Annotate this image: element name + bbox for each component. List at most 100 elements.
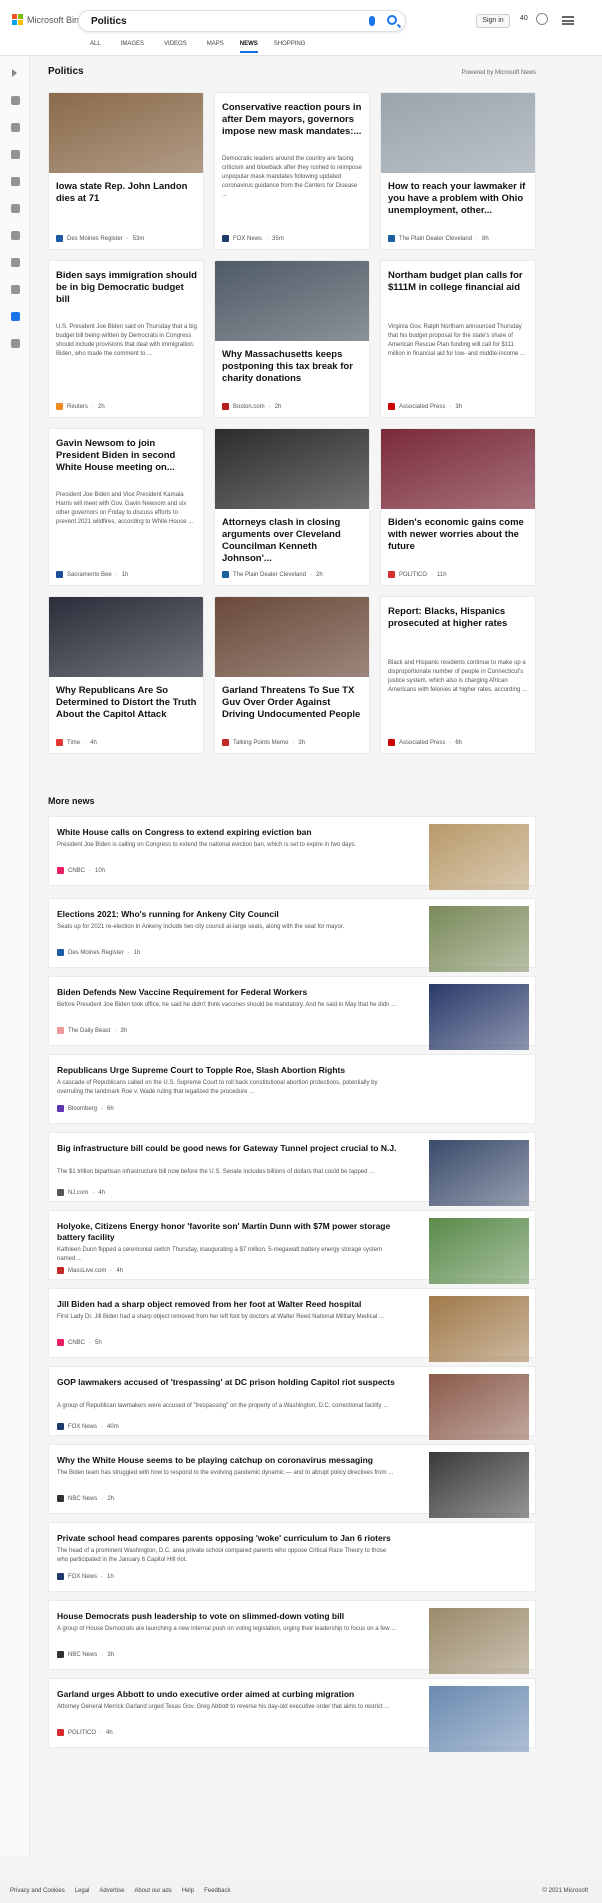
rewards-count[interactable]: 40 xyxy=(520,15,528,22)
flag-icon[interactable] xyxy=(11,150,20,159)
card-image[interactable] xyxy=(49,597,203,677)
politics-icon[interactable] xyxy=(11,231,20,240)
news-card[interactable]: Biden says immigration should be in big … xyxy=(48,260,204,418)
news-card[interactable]: Biden's economic gains come with newer w… xyxy=(380,428,536,586)
item-title[interactable]: Why the White House seems to be playing … xyxy=(57,1455,397,1466)
tab-shopping[interactable]: SHOPPING xyxy=(274,41,306,53)
card-title[interactable]: Garland Threatens To Sue TX Guv Over Ord… xyxy=(222,685,364,721)
home-icon[interactable] xyxy=(11,96,20,105)
card-image[interactable] xyxy=(49,93,203,173)
card-image[interactable] xyxy=(215,429,369,509)
card-title[interactable]: Report: Blacks, Hispanics prosecuted at … xyxy=(388,606,530,630)
news-card[interactable]: Why Republicans Are So Determined to Dis… xyxy=(48,596,204,754)
item-title[interactable]: Biden Defends New Vaccine Requirement fo… xyxy=(57,987,397,998)
rewards-trophy-icon[interactable] xyxy=(536,13,548,25)
item-thumbnail[interactable] xyxy=(429,1608,529,1674)
card-title[interactable]: Why Republicans Are So Determined to Dis… xyxy=(56,685,198,721)
footer-link[interactable]: Legal xyxy=(75,1888,90,1894)
news-card[interactable]: Attorneys clash in closing arguments ove… xyxy=(214,428,370,586)
item-thumbnail[interactable] xyxy=(429,984,529,1050)
card-title[interactable]: Biden's economic gains come with newer w… xyxy=(388,517,530,553)
item-title[interactable]: Garland urges Abbott to undo executive o… xyxy=(57,1689,397,1700)
news-card[interactable]: Garland Threatens To Sue TX Guv Over Ord… xyxy=(214,596,370,754)
microphone-icon[interactable] xyxy=(369,16,375,26)
tab-images[interactable]: IMAGES xyxy=(121,41,144,53)
trending-icon[interactable] xyxy=(11,123,20,132)
news-list-item[interactable]: Republicans Urge Supreme Court to Topple… xyxy=(48,1054,536,1124)
news-list-item[interactable]: Holyoke, Citizens Energy honor 'favorite… xyxy=(48,1210,536,1284)
news-list-item[interactable]: Big infrastructure bill could be good ne… xyxy=(48,1132,536,1206)
news-card[interactable]: Report: Blacks, Hispanics prosecuted at … xyxy=(380,596,536,754)
footer-link[interactable]: About our ads xyxy=(134,1888,171,1894)
card-title[interactable]: Why Massachusetts keeps postponing this … xyxy=(222,349,364,385)
news-list-item[interactable]: Jill Biden had a sharp object removed fr… xyxy=(48,1288,536,1362)
news-list-item[interactable]: Why the White House seems to be playing … xyxy=(48,1444,536,1518)
card-image[interactable] xyxy=(381,93,535,173)
card-title[interactable]: Northam budget plan calls for $111M in c… xyxy=(388,270,530,294)
footer-link[interactable]: Help xyxy=(182,1888,194,1894)
card-title[interactable]: How to reach your lawmaker if you have a… xyxy=(388,181,530,217)
menu-icon[interactable] xyxy=(562,16,574,25)
item-title[interactable]: Elections 2021: Who's running for Ankeny… xyxy=(57,909,397,920)
search-box[interactable]: Politics xyxy=(78,10,406,32)
card-image[interactable] xyxy=(381,429,535,509)
item-title[interactable]: Holyoke, Citizens Energy honor 'favorite… xyxy=(57,1221,397,1243)
search-icon[interactable] xyxy=(387,15,397,25)
source-logo-icon xyxy=(57,949,64,956)
item-title[interactable]: GOP lawmakers accused of 'trespassing' a… xyxy=(57,1377,397,1388)
source-logo-icon xyxy=(57,1423,64,1430)
bing-logo[interactable]: Microsoft Bing xyxy=(12,14,84,25)
item-thumbnail[interactable] xyxy=(429,1296,529,1362)
science-icon[interactable] xyxy=(11,258,20,267)
item-title[interactable]: Jill Biden had a sharp object removed fr… xyxy=(57,1299,397,1310)
item-thumbnail[interactable] xyxy=(429,1686,529,1752)
item-title[interactable]: Big infrastructure bill could be good ne… xyxy=(57,1143,397,1154)
item-thumbnail[interactable] xyxy=(429,1140,529,1206)
location-icon[interactable] xyxy=(11,177,20,186)
news-card[interactable]: Conservative reaction pours in after Dem… xyxy=(214,92,370,250)
news-list-item[interactable]: Biden Defends New Vaccine Requirement fo… xyxy=(48,976,536,1050)
sign-in-button[interactable]: Sign in xyxy=(476,14,510,28)
tab-videos[interactable]: VIDEOS xyxy=(164,41,187,53)
item-thumbnail[interactable] xyxy=(429,1452,529,1518)
expand-icon[interactable] xyxy=(12,69,17,77)
card-image[interactable] xyxy=(215,597,369,677)
item-title[interactable]: White House calls on Congress to extend … xyxy=(57,827,397,838)
card-title[interactable]: Gavin Newsom to join President Biden in … xyxy=(56,438,198,474)
news-card[interactable]: Why Massachusetts keeps postponing this … xyxy=(214,260,370,418)
news-list-item[interactable]: GOP lawmakers accused of 'trespassing' a… xyxy=(48,1366,536,1440)
tab-maps[interactable]: MAPS xyxy=(207,41,224,53)
item-thumbnail[interactable] xyxy=(429,1374,529,1440)
card-title[interactable]: Iowa state Rep. John Landon dies at 71 xyxy=(56,181,198,205)
more-news-title: More news xyxy=(48,796,95,806)
tab-all[interactable]: ALL xyxy=(90,41,101,53)
world-icon[interactable] xyxy=(11,204,20,213)
news-list-item[interactable]: Private school head compares parents opp… xyxy=(48,1522,536,1592)
item-thumbnail[interactable] xyxy=(429,824,529,890)
search-input[interactable]: Politics xyxy=(91,16,127,27)
item-thumbnail[interactable] xyxy=(429,906,529,972)
item-title[interactable]: House Democrats push leadership to vote … xyxy=(57,1611,397,1622)
money-icon[interactable] xyxy=(11,339,20,348)
news-card[interactable]: Northam budget plan calls for $111M in c… xyxy=(380,260,536,418)
item-thumbnail[interactable] xyxy=(429,1218,529,1284)
news-list-item[interactable]: Elections 2021: Who's running for Ankeny… xyxy=(48,898,536,972)
card-image[interactable] xyxy=(215,261,369,341)
news-card[interactable]: Gavin Newsom to join President Biden in … xyxy=(48,428,204,586)
entertainment-icon[interactable] xyxy=(11,285,20,294)
footer-link[interactable]: Advertise xyxy=(99,1888,124,1894)
item-title[interactable]: Republicans Urge Supreme Court to Topple… xyxy=(57,1065,397,1076)
government-icon[interactable] xyxy=(11,312,20,321)
tab-news[interactable]: NEWS xyxy=(239,41,258,53)
card-title[interactable]: Biden says immigration should be in big … xyxy=(56,270,198,306)
news-list-item[interactable]: White House calls on Congress to extend … xyxy=(48,816,536,890)
news-card[interactable]: Iowa state Rep. John Landon dies at 71 De… xyxy=(48,92,204,250)
footer-link[interactable]: Privacy and Cookies xyxy=(10,1888,65,1894)
item-title[interactable]: Private school head compares parents opp… xyxy=(57,1533,397,1544)
card-title[interactable]: Conservative reaction pours in after Dem… xyxy=(222,102,364,138)
footer-link[interactable]: Feedback xyxy=(204,1888,230,1894)
card-title[interactable]: Attorneys clash in closing arguments ove… xyxy=(222,517,364,565)
news-card[interactable]: How to reach your lawmaker if you have a… xyxy=(380,92,536,250)
news-list-item[interactable]: House Democrats push leadership to vote … xyxy=(48,1600,536,1674)
news-list-item[interactable]: Garland urges Abbott to undo executive o… xyxy=(48,1678,536,1752)
